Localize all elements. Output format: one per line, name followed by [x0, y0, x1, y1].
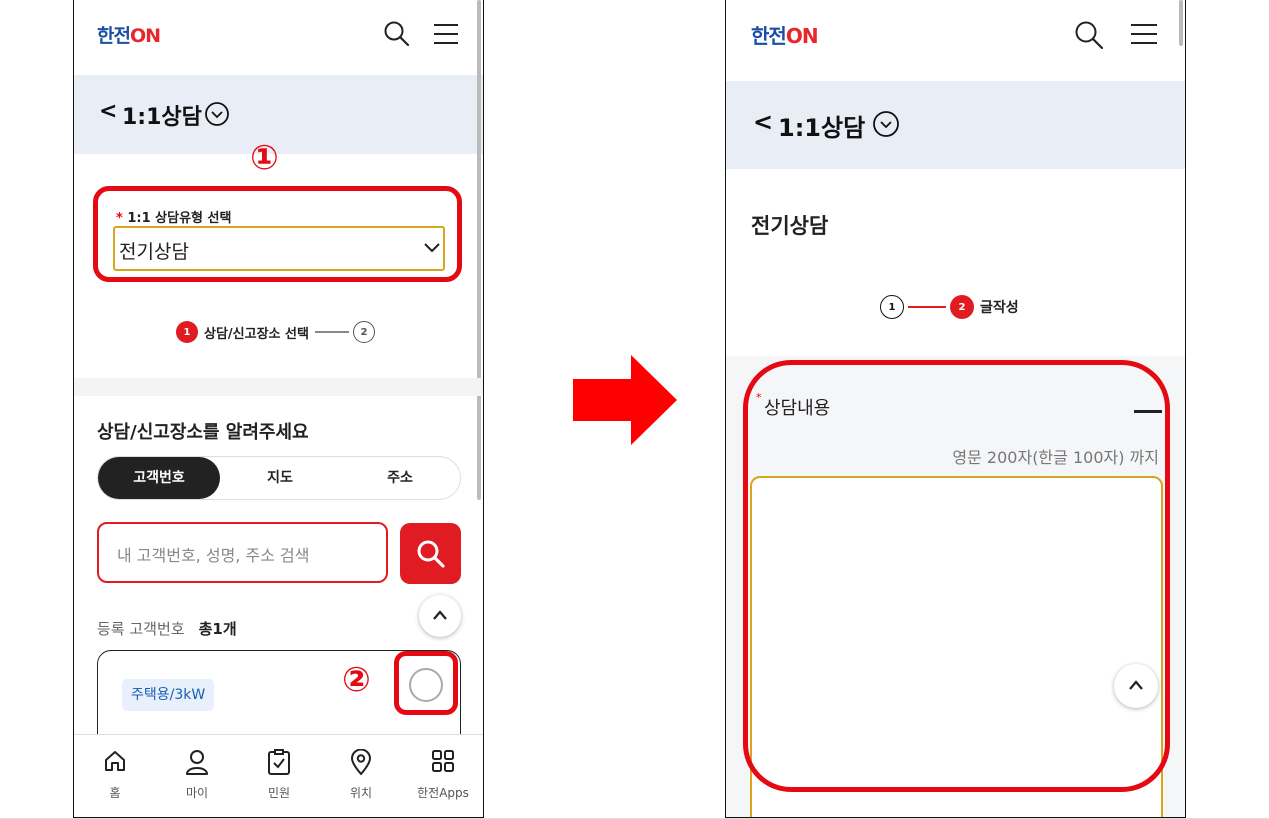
step-2-dot: 2: [950, 295, 974, 319]
search-placeholder: 내 고객번호, 성명, 주소 검색: [117, 546, 310, 565]
transition-arrow-icon: [573, 355, 677, 445]
left-phone-screen: 한전ON < 1:1상담 ① * 1:1 상담유형 선택 전기상담 1 상담/신…: [73, 0, 484, 818]
step-1-dot: 1: [880, 295, 904, 319]
annotation-number-2: ②: [342, 660, 371, 700]
step-connector: [314, 331, 349, 333]
tab-map[interactable]: 지도: [220, 457, 340, 499]
nav-complaint[interactable]: 민원: [238, 735, 320, 817]
bottom-navigation: 홈 마이 민원 위치 한전Apps: [74, 734, 483, 817]
step-indicator: 1 2 글작성: [880, 295, 1025, 319]
step-connector: [908, 306, 946, 308]
annotation-box-3: [743, 360, 1170, 792]
search-icon: [417, 540, 445, 568]
registered-customer-count: 등록 고객번호 총1개: [97, 620, 237, 638]
nav-home[interactable]: 홈: [74, 735, 156, 817]
page-title: 1:1상담: [778, 114, 866, 142]
person-icon: [186, 750, 208, 775]
step-1-dot: 1: [176, 321, 198, 343]
nav-apps[interactable]: 한전Apps: [402, 735, 483, 817]
kepco-on-logo[interactable]: 한전ON: [97, 21, 161, 48]
home-icon: [105, 751, 125, 771]
tab-address[interactable]: 주소: [340, 457, 460, 499]
chevron-up-icon: [433, 610, 447, 620]
step-2-label: 글작성: [980, 300, 1019, 316]
step-indicator: 1 상담/신고장소 선택 2: [176, 321, 375, 343]
step-2-dot: 2: [352, 321, 375, 343]
menu-icon[interactable]: [1130, 22, 1158, 46]
scroll-top-button[interactable]: [419, 595, 461, 637]
chevron-down-circle-icon[interactable]: [872, 110, 900, 138]
annotation-box-2: [394, 651, 458, 715]
back-button[interactable]: <: [99, 99, 117, 124]
menu-icon[interactable]: [433, 22, 459, 46]
tab-customer-number[interactable]: 고객번호: [98, 457, 220, 499]
search-button[interactable]: [400, 523, 461, 584]
search-icon[interactable]: [1074, 20, 1104, 50]
annotation-box-1: [93, 186, 462, 282]
search-icon[interactable]: [383, 20, 411, 48]
scrollbar[interactable]: [1179, 0, 1183, 46]
kepco-on-logo[interactable]: 한전ON: [751, 20, 819, 49]
back-button[interactable]: <: [753, 108, 773, 136]
annotation-number-1: ①: [250, 138, 279, 178]
right-phone-screen: 한전ON < 1:1상담 전기상담 1 2 글작성 * 상담내용 영문 200자…: [725, 0, 1186, 818]
chevron-down-circle-icon[interactable]: [204, 101, 230, 127]
search-input[interactable]: 내 고객번호, 성명, 주소 검색: [97, 522, 388, 583]
section-title: 상담/신고장소를 알려주세요: [97, 422, 309, 443]
apps-grid-icon: [432, 750, 454, 772]
title-bar: < 1:1상담: [726, 81, 1185, 169]
contract-type-chip: 주택용/3kW: [122, 679, 215, 711]
nav-my[interactable]: 마이: [156, 735, 238, 817]
location-pin-icon: [350, 749, 372, 775]
app-header: 한전ON: [74, 0, 483, 74]
app-header: 한전ON: [726, 0, 1185, 80]
scrollbar[interactable]: [477, 0, 481, 500]
page-title: 1:1상담: [122, 105, 202, 130]
step-1-label: 상담/신고장소 선택: [204, 326, 309, 342]
section-title: 전기상담: [751, 214, 829, 238]
location-tabs: 고객번호 지도 주소: [97, 456, 461, 500]
nav-location[interactable]: 위치: [320, 735, 402, 817]
section-divider: [74, 378, 483, 396]
clipboard-check-icon: [268, 749, 290, 775]
